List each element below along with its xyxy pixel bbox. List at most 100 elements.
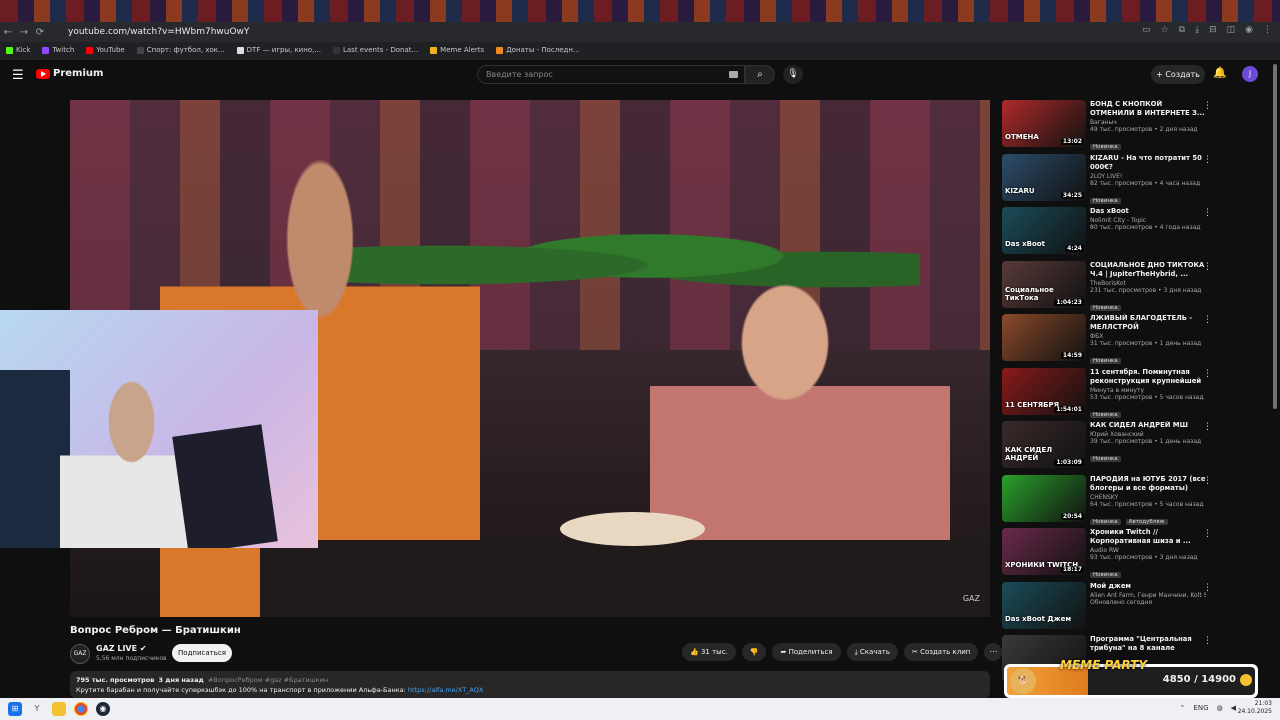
more-options-icon[interactable]: ⋮: [1203, 476, 1212, 486]
video-thumbnail[interactable]: 11 СЕНТЯБРЯ 1:54:01: [1002, 367, 1086, 415]
recommendation-channel[interactable]: Юрий Хованский: [1090, 431, 1206, 438]
recommendation-channel[interactable]: ФБХ: [1090, 333, 1206, 340]
recommendation-channel[interactable]: Audio RW: [1090, 547, 1206, 554]
recommendation-card[interactable]: 20:54 ПАРОДИЯ на ЮТУБ 2017 (все блогеры и…: [1002, 474, 1214, 528]
description-box[interactable]: 795 тыс. просмотров 3 дня назад #ВопросР…: [70, 671, 990, 698]
bookmark-meme-alerts[interactable]: Meme Alerts: [430, 46, 484, 54]
hamburger-menu-icon[interactable]: ☰: [12, 68, 24, 83]
avatar[interactable]: J: [1242, 66, 1258, 82]
recommendation-title[interactable]: Хроники Twitch // Корпоративная шиза и .…: [1090, 528, 1206, 546]
chrome-icon[interactable]: [74, 702, 88, 716]
bookmark-twitch[interactable]: Twitch: [42, 46, 74, 54]
volume-icon[interactable]: ◀: [1231, 704, 1236, 712]
more-options-icon[interactable]: ⋮: [1203, 262, 1212, 272]
page-scrollbar[interactable]: [1273, 64, 1277, 409]
recommendation-card[interactable]: ОТМЕНА 13:02 БОНД С КНОПКОЙ ОТМЕНИЛИ В ИНТ…: [1002, 99, 1214, 153]
recommendation-channel[interactable]: Ваганыч: [1090, 119, 1206, 126]
extensions-icon[interactable]: ⧉: [1179, 25, 1185, 35]
recommendation-card[interactable]: ХРОНИКИ TWITCH 18:17 Хроники Twitch // Кор…: [1002, 527, 1214, 581]
more-options-icon[interactable]: ⋮: [1203, 636, 1212, 646]
file-explorer-icon[interactable]: [52, 702, 66, 716]
description-link[interactable]: https://alfa.me/XT_AQX: [408, 686, 483, 694]
download-button[interactable]: ⤓ Скачать: [846, 643, 898, 661]
recommendation-title[interactable]: ПАРОДИЯ на ЮТУБ 2017 (все блогеры и все …: [1090, 475, 1206, 493]
bookmark-kick[interactable]: Kick: [6, 46, 30, 54]
cast-icon[interactable]: ▭: [1142, 25, 1151, 35]
recommendation-title[interactable]: Das xBoot: [1090, 207, 1206, 216]
bookmark-donaty[interactable]: Донаты - Последн...: [496, 46, 580, 54]
clip-button[interactable]: ✂ Создать клип: [903, 643, 979, 661]
video-thumbnail[interactable]: Das xBoot 4:24: [1002, 207, 1086, 254]
recommendation-channel[interactable]: 2LOY LIVE!: [1090, 173, 1206, 180]
recommendation-title[interactable]: Программа "Центральная трибуна" на 8 кан…: [1090, 635, 1206, 653]
download-icon[interactable]: ⤓: [1195, 25, 1199, 35]
bookmark-star-icon[interactable]: ☆: [1161, 25, 1169, 35]
bookmark-donat[interactable]: Last events - Donat...: [332, 46, 418, 54]
recommendation-card[interactable]: Das xBoot Джем Мой джем Alien Ant Farm, Ге…: [1002, 581, 1214, 635]
more-options-icon[interactable]: ⋮: [1203, 583, 1212, 593]
tab-search-icon[interactable]: ⊟: [1209, 25, 1217, 35]
recommendation-card[interactable]: Социальное ТикТока 1:04:23 СОЦИАЛЬНОЕ ДНО …: [1002, 260, 1214, 314]
search-button[interactable]: ⌕: [745, 65, 775, 84]
channel-avatar[interactable]: GAZ: [70, 644, 90, 664]
clock[interactable]: 21:03 24.10.2025: [1238, 700, 1272, 716]
create-button[interactable]: + Создать: [1151, 65, 1205, 84]
subscribe-button[interactable]: Подписаться: [172, 644, 232, 662]
share-button[interactable]: ➦ Поделиться: [772, 643, 841, 661]
notifications-bell-icon[interactable]: 🔔: [1213, 66, 1227, 79]
voice-search-button[interactable]: 🎙: [783, 65, 803, 84]
recommendation-title[interactable]: КАК СИДЕЛ АНДРЕЙ МШ: [1090, 421, 1206, 430]
more-options-icon[interactable]: ⋮: [1203, 315, 1212, 325]
more-options-icon[interactable]: ⋮: [1203, 529, 1212, 539]
recommendation-card[interactable]: KIZARU 34:25 KIZARU - На что потратит 50 0…: [1002, 153, 1214, 207]
more-options-icon[interactable]: ⋮: [1203, 155, 1212, 165]
back-icon[interactable]: ←: [0, 27, 16, 38]
recommendation-title[interactable]: ЛЖИВЫЙ БЛАГОДЕТЕЛЬ - МЕЛЛСТРОЙ: [1090, 314, 1206, 332]
recommendation-card[interactable]: 11 СЕНТЯБРЯ 1:54:01 11 сентября. Поминутна…: [1002, 367, 1214, 421]
network-icon[interactable]: ◍: [1217, 704, 1223, 712]
recommendation-channel[interactable]: Минута в минуту: [1090, 387, 1206, 394]
recommendation-card[interactable]: Das xBoot 4:24 Das xBoot Nolimit City - Top…: [1002, 206, 1214, 260]
bookmark-sport[interactable]: Спорт: футбол, хок...: [136, 46, 225, 54]
language-indicator[interactable]: ENG: [1193, 704, 1208, 712]
recommendation-channel[interactable]: CHENSKY: [1090, 494, 1206, 501]
tray-arrow-icon[interactable]: ⌃: [1180, 704, 1186, 712]
search-input[interactable]: Введите запрос: [477, 65, 745, 84]
more-options-icon[interactable]: ⋮: [1203, 208, 1212, 218]
yandex-icon[interactable]: Y: [30, 702, 44, 716]
recommendation-channel[interactable]: Alien Ant Farm, Генри Манчини, Kolt Se..…: [1090, 592, 1206, 599]
address-bar[interactable]: youtube.com/watch?v=HWbm7hwuOwY: [68, 27, 249, 37]
recommendation-title[interactable]: 11 сентября. Поминутная реконструкция кр…: [1090, 368, 1206, 386]
video-thumbnail[interactable]: КАК СИДЕЛ АНДРЕЙ 1:03:09: [1002, 421, 1086, 468]
split-view-icon[interactable]: ◫: [1227, 25, 1236, 35]
channel-name[interactable]: GAZ LIVE ✔: [96, 644, 147, 653]
recommendation-title[interactable]: СОЦИАЛЬНОЕ ДНО ТИКТОКА Ч.4 | JupiterTheH…: [1090, 261, 1206, 279]
windows-start-icon[interactable]: ⊞: [8, 702, 22, 716]
recommendation-title[interactable]: БОНД С КНОПКОЙ ОТМЕНИЛИ В ИНТЕРНЕТЕ З...: [1090, 100, 1206, 118]
steam-icon[interactable]: ◉: [96, 702, 110, 716]
video-thumbnail[interactable]: ХРОНИКИ TWITCH 18:17: [1002, 528, 1086, 575]
reload-icon[interactable]: ⟳: [32, 27, 48, 38]
video-thumbnail[interactable]: Das xBoot Джем: [1002, 581, 1086, 629]
browser-menu-icon[interactable]: ⋮: [1263, 25, 1272, 35]
more-actions-icon[interactable]: ⋯: [984, 643, 1003, 661]
video-thumbnail[interactable]: ОТМЕНА 13:02: [1002, 100, 1086, 147]
video-thumbnail[interactable]: 20:54: [1002, 474, 1086, 522]
more-options-icon[interactable]: ⋮: [1203, 101, 1212, 111]
more-options-icon[interactable]: ⋮: [1203, 422, 1212, 432]
bookmark-dtf[interactable]: DTF — игры, кино,...: [236, 46, 321, 54]
recommendation-channel[interactable]: TheBorisKot: [1090, 280, 1206, 287]
forward-icon[interactable]: →: [16, 27, 32, 38]
recommendation-title[interactable]: Мой джем: [1090, 582, 1206, 591]
recommendation-channel[interactable]: Nolimit City - Topic: [1090, 217, 1206, 224]
profile-icon[interactable]: ◉: [1245, 25, 1253, 35]
youtube-logo[interactable]: Premium: [36, 68, 103, 79]
like-button[interactable]: 👍 31 тыс.: [682, 643, 736, 661]
more-options-icon[interactable]: ⋮: [1203, 369, 1212, 379]
recommendation-card[interactable]: КАК СИДЕЛ АНДРЕЙ 1:03:09 КАК СИДЕЛ АНДРЕЙ …: [1002, 420, 1214, 474]
video-thumbnail[interactable]: KIZARU 34:25: [1002, 153, 1086, 201]
video-thumbnail[interactable]: Социальное ТикТока 1:04:23: [1002, 260, 1086, 308]
recommendation-title[interactable]: KIZARU - На что потратит 50 000€?: [1090, 154, 1206, 172]
recommendation-card[interactable]: 14:59 ЛЖИВЫЙ БЛАГОДЕТЕЛЬ - МЕЛЛСТРОЙ ФБХ 31…: [1002, 313, 1214, 367]
dislike-button[interactable]: 👎: [741, 643, 767, 661]
